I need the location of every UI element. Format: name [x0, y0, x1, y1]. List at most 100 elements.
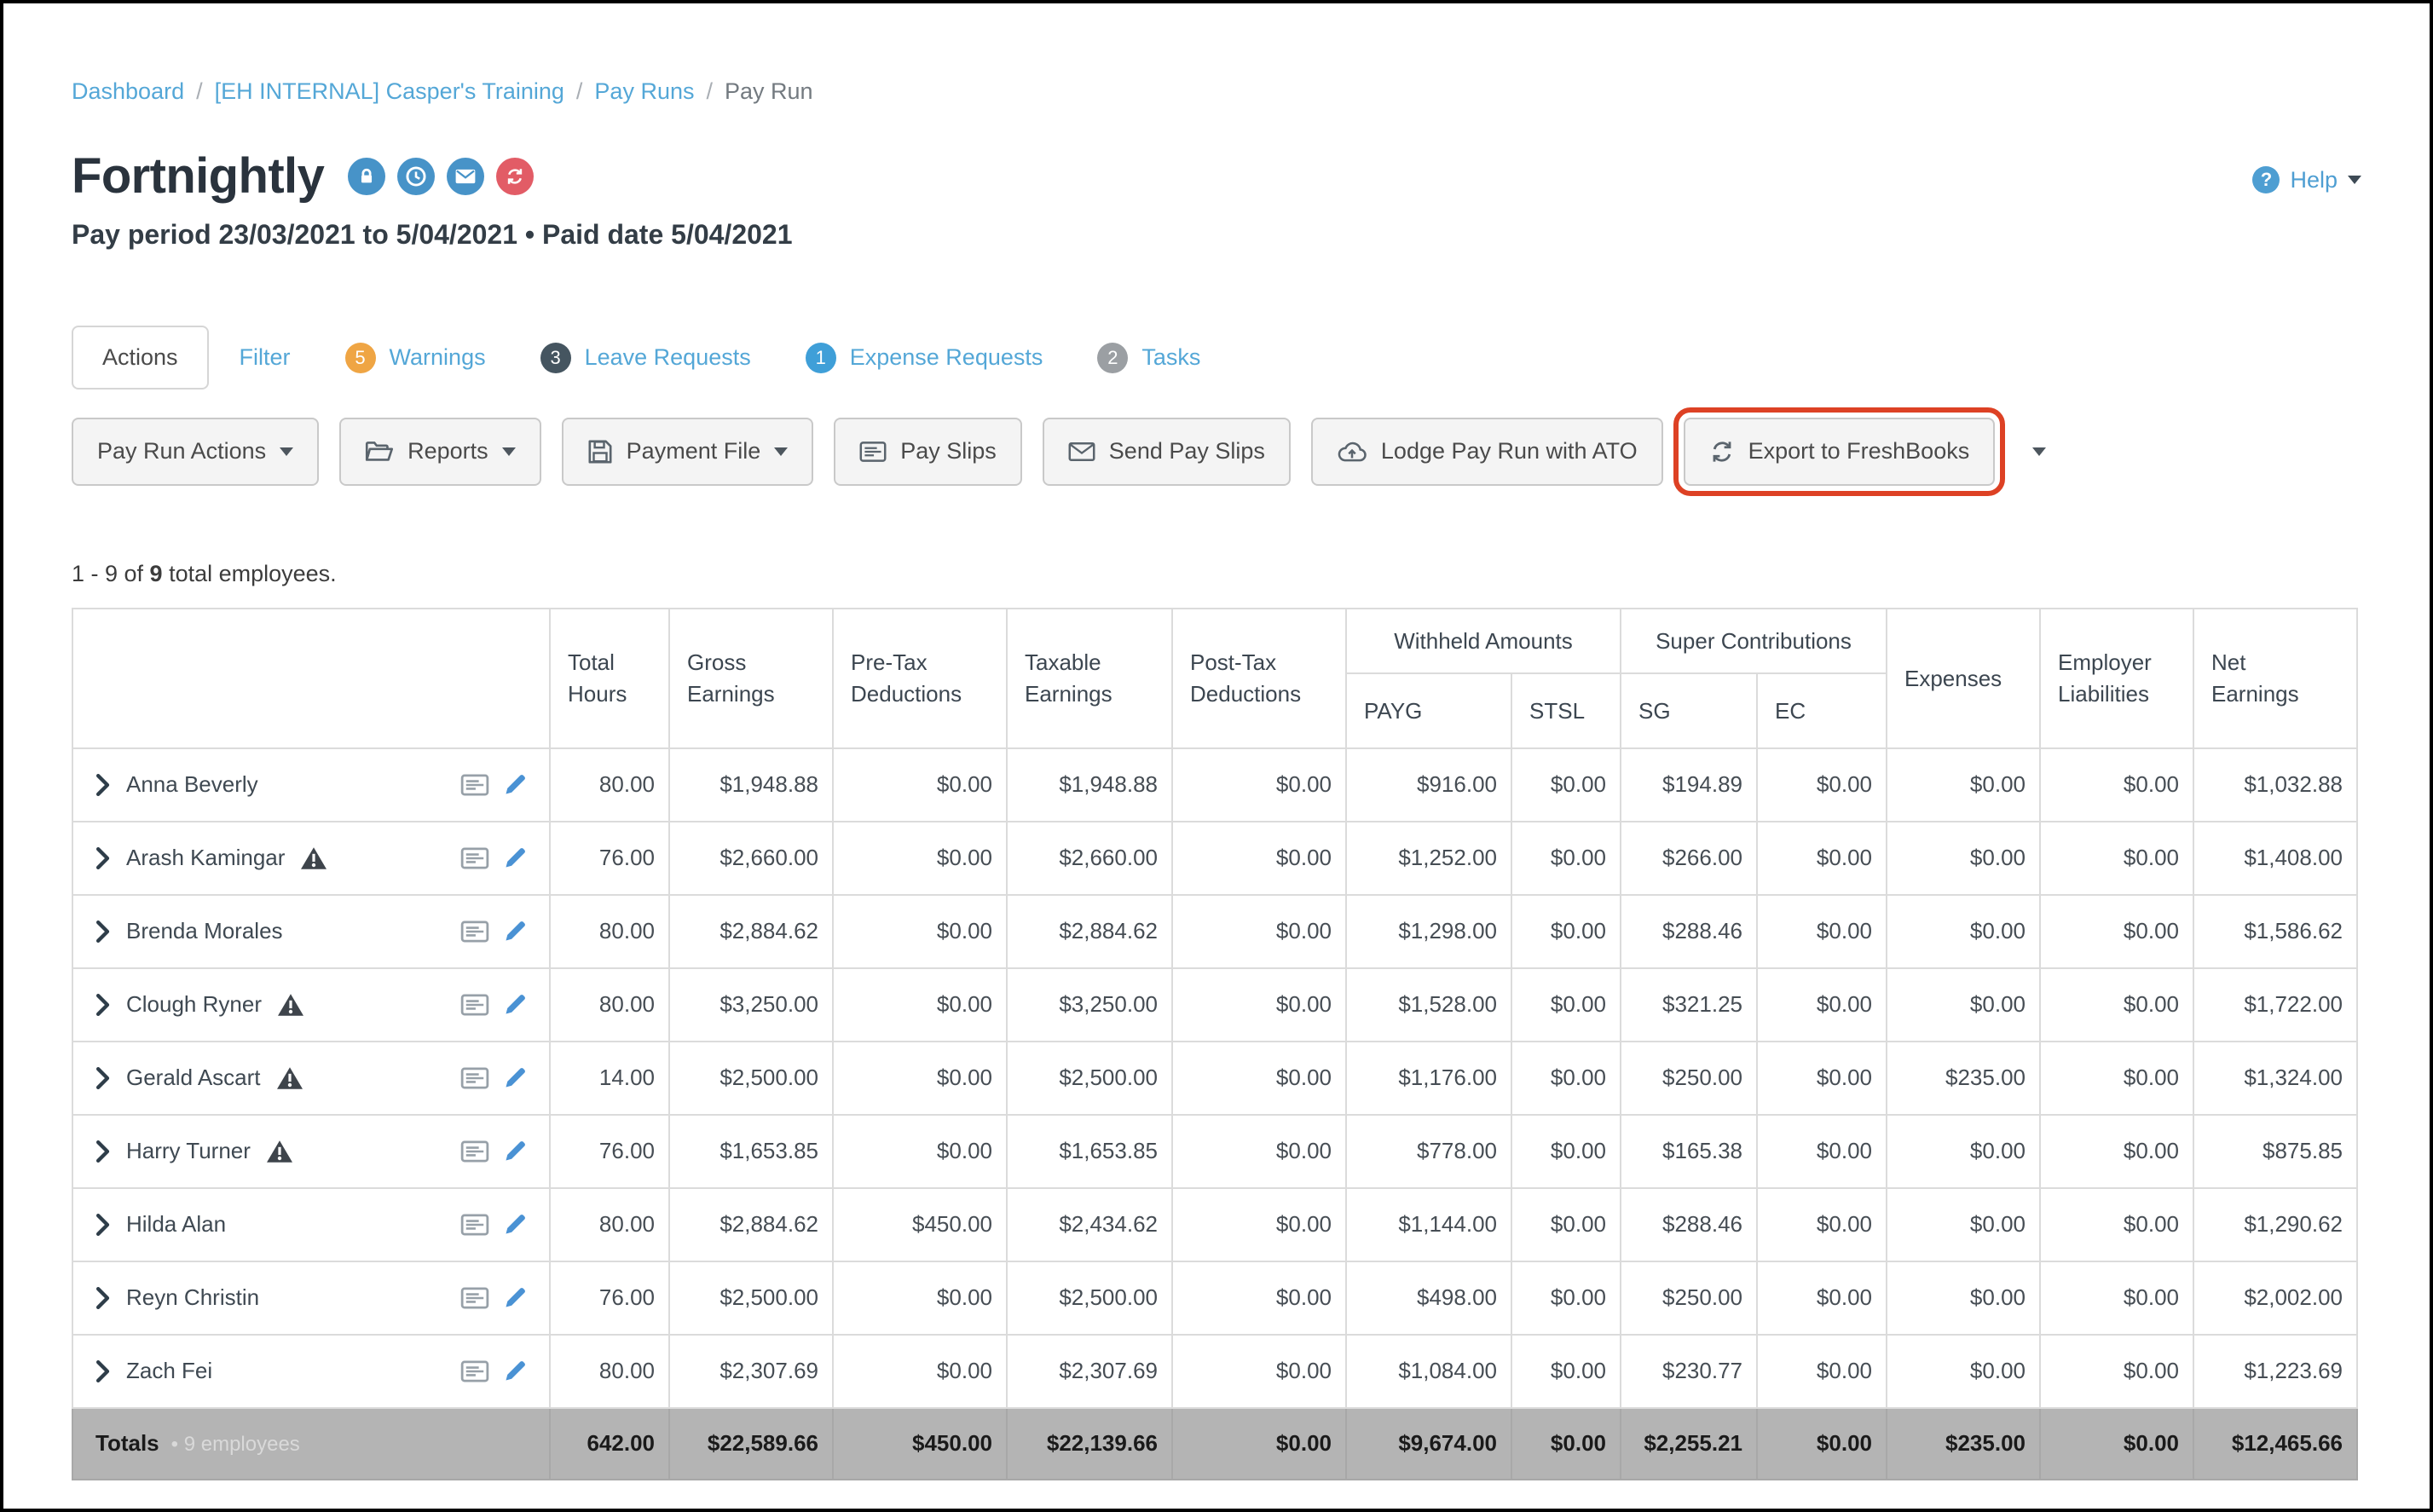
cell-net-earnings: $1,223.69: [2193, 1335, 2357, 1408]
button-label: Export to FreshBooks: [1748, 438, 1970, 465]
button-pay-run-actions[interactable]: Pay Run Actions: [72, 418, 319, 486]
warning-icon[interactable]: [300, 846, 327, 870]
tab-warnings[interactable]: 5Warnings: [321, 326, 510, 390]
cell-employer-liabilities: $0.00: [2040, 1188, 2193, 1261]
row-action-icons: [460, 1066, 527, 1090]
tab-actions[interactable]: Actions: [72, 326, 209, 390]
expand-chevron-icon[interactable]: [95, 1214, 111, 1236]
edit-pencil-icon[interactable]: [503, 773, 527, 797]
breadcrumb-link[interactable]: Dashboard: [72, 78, 184, 104]
cell-total-hours: 14.00: [550, 1042, 669, 1115]
employee-name[interactable]: Brenda Morales: [126, 918, 283, 944]
payslip-icon[interactable]: [460, 920, 489, 943]
payslip-icon[interactable]: [460, 847, 489, 869]
expand-chevron-icon[interactable]: [95, 1140, 111, 1163]
employee-row: Gerald Ascart14.00$2,500.00$0.00$2,500.0…: [72, 1042, 2357, 1115]
totals-label-cell: Totals• 9 employees: [72, 1408, 550, 1480]
button-send-pay-slips[interactable]: Send Pay Slips: [1043, 418, 1291, 486]
edit-pencil-icon[interactable]: [503, 846, 527, 870]
row-action-icons: [460, 1140, 527, 1163]
employee-name[interactable]: Hilda Alan: [126, 1211, 226, 1238]
warning-icon[interactable]: [276, 1066, 303, 1090]
caret-down-icon: [502, 447, 516, 456]
employee-name[interactable]: Zach Fei: [126, 1358, 212, 1384]
edit-pencil-icon[interactable]: [503, 993, 527, 1017]
edit-pencil-icon[interactable]: [503, 1286, 527, 1310]
employee-name[interactable]: Anna Beverly: [126, 771, 258, 798]
column-header-employer-liabilities: Employer Liabilities: [2040, 609, 2193, 748]
payslip-icon[interactable]: [460, 1067, 489, 1089]
expand-chevron-icon[interactable]: [95, 774, 111, 796]
employee-name[interactable]: Gerald Ascart: [126, 1065, 261, 1091]
cell-ec: $0.00: [1757, 1115, 1887, 1188]
tab-label: Actions: [102, 344, 178, 371]
employee-name[interactable]: Reyn Christin: [126, 1284, 259, 1311]
tab-filter[interactable]: Filter: [216, 327, 315, 388]
cell-stsl: $0.00: [1511, 822, 1621, 895]
total-payg: $9,674.00: [1346, 1408, 1511, 1480]
employee-name[interactable]: Arash Kamingar: [126, 845, 285, 871]
edit-pencil-icon[interactable]: [503, 1359, 527, 1383]
expand-chevron-icon[interactable]: [95, 920, 111, 943]
total-post-tax-deductions: $0.00: [1172, 1408, 1346, 1480]
button-export-to-freshbooks[interactable]: Export to FreshBooks: [1684, 418, 1996, 486]
employee-name-cell: Zach Fei: [72, 1335, 550, 1408]
row-action-icons: [460, 1359, 527, 1383]
folder-open-icon: [365, 440, 394, 464]
button-pay-slips[interactable]: Pay Slips: [834, 418, 1022, 486]
warning-icon[interactable]: [266, 1140, 293, 1163]
cell-taxable-earnings: $2,500.00: [1007, 1042, 1172, 1115]
tab-tasks[interactable]: 2Tasks: [1073, 326, 1224, 390]
cell-ec: $0.00: [1757, 1335, 1887, 1408]
button-payment-file[interactable]: Payment File: [562, 418, 814, 486]
edit-pencil-icon[interactable]: [503, 1066, 527, 1090]
tab-badge: 3: [540, 343, 571, 373]
edit-pencil-icon[interactable]: [503, 1140, 527, 1163]
button-lodge-pay-run-with-ato[interactable]: Lodge Pay Run with ATO: [1311, 418, 1663, 486]
cell-net-earnings: $1,290.62: [2193, 1188, 2357, 1261]
cell-stsl: $0.00: [1511, 895, 1621, 968]
cell-net-earnings: $1,408.00: [2193, 822, 2357, 895]
button-reports[interactable]: Reports: [339, 418, 541, 486]
breadcrumb-link[interactable]: [EH INTERNAL] Casper's Training: [215, 78, 564, 104]
cell-employer-liabilities: $0.00: [2040, 895, 2193, 968]
payslip-icon[interactable]: [460, 1360, 489, 1382]
edit-pencil-icon[interactable]: [503, 1213, 527, 1237]
lock-icon: [348, 158, 385, 195]
export-dropdown-caret-button[interactable]: [2015, 418, 2063, 486]
payslip-icon[interactable]: [460, 1140, 489, 1163]
warning-icon[interactable]: [277, 993, 304, 1017]
cell-net-earnings: $1,586.62: [2193, 895, 2357, 968]
expand-chevron-icon[interactable]: [95, 847, 111, 869]
payslip-icon[interactable]: [460, 1287, 489, 1309]
employee-name[interactable]: Clough Ryner: [126, 991, 262, 1018]
expand-chevron-icon[interactable]: [95, 994, 111, 1016]
cell-employer-liabilities: $0.00: [2040, 968, 2193, 1042]
cell-taxable-earnings: $2,500.00: [1007, 1261, 1172, 1335]
employee-row: Clough Ryner80.00$3,250.00$0.00$3,250.00…: [72, 968, 2357, 1042]
payslip-icon[interactable]: [460, 1214, 489, 1236]
cell-post-tax-deductions: $0.00: [1172, 1042, 1346, 1115]
tab-leave-requests[interactable]: 3Leave Requests: [517, 326, 775, 390]
cell-employer-liabilities: $0.00: [2040, 748, 2193, 822]
cell-expenses: $0.00: [1887, 1335, 2040, 1408]
employee-name[interactable]: Harry Turner: [126, 1138, 251, 1164]
cell-gross-earnings: $1,653.85: [669, 1115, 833, 1188]
expand-chevron-icon[interactable]: [95, 1067, 111, 1089]
cell-gross-earnings: $2,884.62: [669, 1188, 833, 1261]
breadcrumb-link[interactable]: Pay Runs: [594, 78, 694, 104]
payslip-icon[interactable]: [460, 774, 489, 796]
cell-pre-tax-deductions: $0.00: [833, 1335, 1007, 1408]
tab-expense-requests[interactable]: 1Expense Requests: [782, 326, 1067, 390]
envelope-icon: [1068, 441, 1095, 463]
table-body: Anna Beverly80.00$1,948.88$0.00$1,948.88…: [72, 748, 2357, 1480]
payslip-icon[interactable]: [460, 994, 489, 1016]
help-menu[interactable]: ? Help: [2252, 166, 2361, 193]
expand-chevron-icon[interactable]: [95, 1287, 111, 1309]
expand-chevron-icon[interactable]: [95, 1360, 111, 1382]
cell-taxable-earnings: $3,250.00: [1007, 968, 1172, 1042]
edit-pencil-icon[interactable]: [503, 920, 527, 944]
cell-post-tax-deductions: $0.00: [1172, 748, 1346, 822]
title-left: Fortnightly: [72, 149, 534, 204]
caret-down-icon: [2032, 447, 2046, 456]
